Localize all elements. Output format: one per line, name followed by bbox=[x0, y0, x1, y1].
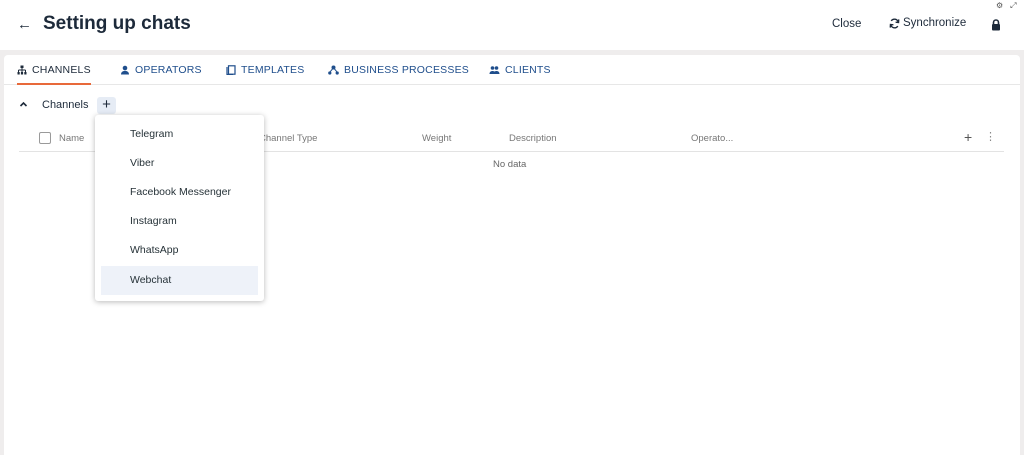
tab-label: TEMPLATES bbox=[241, 64, 305, 76]
column-header-weight[interactable]: Weight bbox=[422, 133, 451, 144]
tab-bar: CHANNELS OPERATORS TEMPLATES BUSINESS PR… bbox=[4, 55, 1020, 85]
menu-item-telegram[interactable]: Telegram bbox=[101, 120, 258, 149]
empty-table-text: No data bbox=[493, 159, 527, 170]
menu-item-instagram[interactable]: Instagram bbox=[101, 207, 258, 236]
arrow-left-icon: ← bbox=[17, 16, 32, 33]
add-channel-button[interactable]: + bbox=[97, 97, 116, 114]
tab-label: OPERATORS bbox=[135, 64, 202, 76]
chevron-up-icon bbox=[19, 101, 28, 107]
template-icon bbox=[226, 65, 236, 75]
channel-type-dropdown: Telegram Viber Facebook Messenger Instag… bbox=[95, 115, 264, 301]
column-header-channel-type[interactable]: Channel Type bbox=[259, 133, 317, 144]
plus-icon: + bbox=[102, 96, 111, 113]
menu-item-facebook-messenger[interactable]: Facebook Messenger bbox=[101, 178, 258, 207]
more-options-button[interactable]: ⋮ bbox=[985, 130, 996, 143]
back-button[interactable]: ← bbox=[17, 14, 35, 36]
expand-icon[interactable]: ⤢ bbox=[1010, 1, 1016, 11]
settings-icon[interactable]: ⚙ bbox=[996, 1, 1003, 11]
page-title: Setting up chats bbox=[43, 13, 191, 34]
tab-label: BUSINESS PROCESSES bbox=[344, 64, 469, 76]
collapse-section-button[interactable] bbox=[19, 100, 28, 112]
page-header: ← Setting up chats Close Synchronize ⚙ ⤢ bbox=[0, 0, 1024, 50]
column-header-operators[interactable]: Operato... bbox=[691, 133, 733, 144]
column-header-name[interactable]: Name bbox=[59, 133, 84, 144]
section-title: Channels bbox=[42, 99, 89, 111]
column-header-description[interactable]: Description bbox=[509, 133, 557, 144]
menu-item-viber[interactable]: Viber bbox=[101, 149, 258, 178]
lock-button[interactable] bbox=[991, 18, 1001, 36]
hierarchy-icon bbox=[17, 65, 27, 75]
tab-label: CLIENTS bbox=[505, 64, 551, 76]
refresh-icon bbox=[889, 18, 900, 28]
plus-icon: + bbox=[964, 129, 973, 145]
process-icon bbox=[328, 65, 339, 75]
tab-label: CHANNELS bbox=[32, 64, 91, 76]
synchronize-button[interactable]: Synchronize bbox=[889, 17, 966, 29]
tab-templates[interactable]: TEMPLATES bbox=[226, 64, 304, 85]
operator-icon bbox=[121, 65, 129, 75]
synchronize-label: Synchronize bbox=[903, 17, 967, 29]
tab-clients[interactable]: CLIENTS bbox=[489, 64, 551, 85]
tab-operators[interactable]: OPERATORS bbox=[120, 64, 202, 85]
lock-icon bbox=[992, 19, 1000, 31]
select-all-checkbox[interactable] bbox=[39, 132, 51, 144]
menu-item-whatsapp[interactable]: WhatsApp bbox=[101, 236, 258, 265]
close-button[interactable]: Close bbox=[832, 18, 861, 30]
menu-item-webchat[interactable]: Webchat bbox=[101, 266, 258, 295]
add-column-button[interactable]: + bbox=[964, 129, 972, 145]
tab-channels[interactable]: CHANNELS bbox=[17, 64, 91, 85]
more-vertical-icon: ⋮ bbox=[985, 131, 996, 143]
window-controls: ⚙ ⤢ bbox=[996, 1, 1017, 11]
clients-icon bbox=[489, 66, 500, 74]
tab-business-processes[interactable]: BUSINESS PROCESSES bbox=[328, 64, 469, 85]
